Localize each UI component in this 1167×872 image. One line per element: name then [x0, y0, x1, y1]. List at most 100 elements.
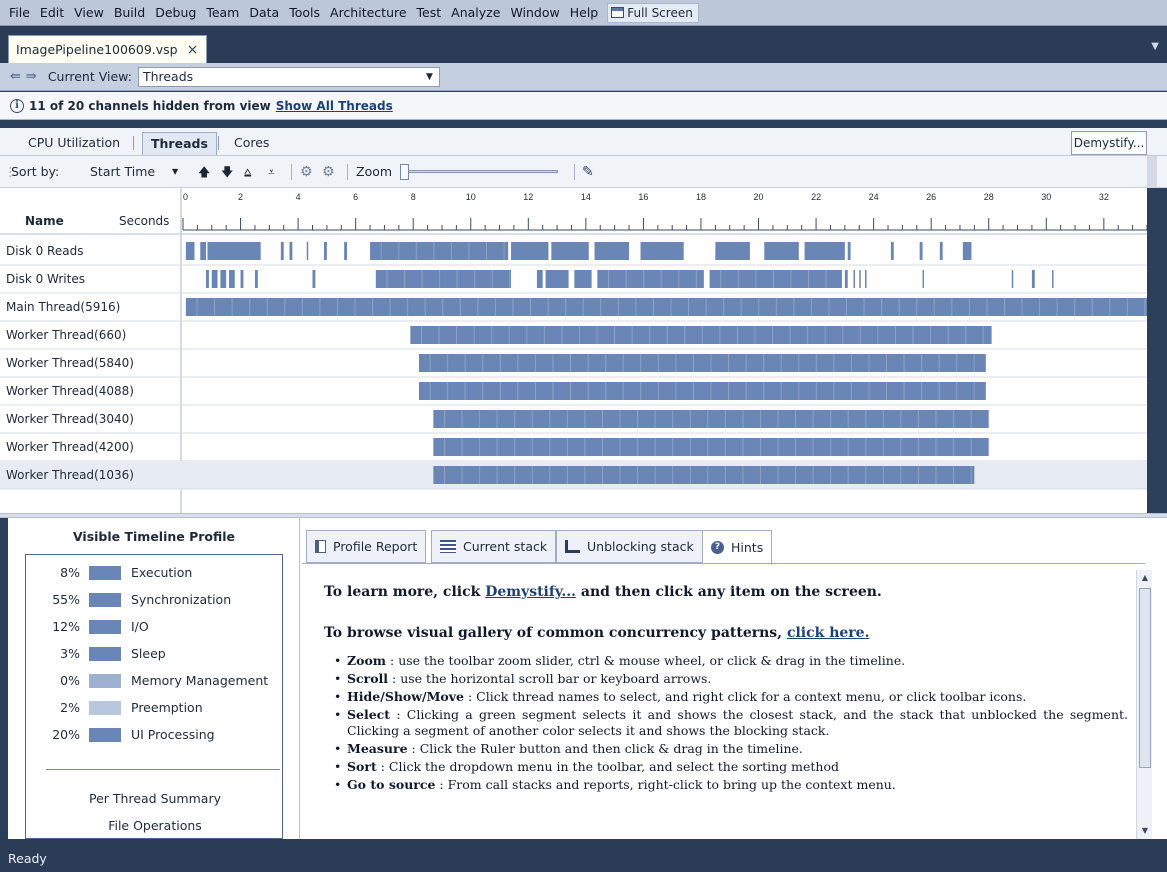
tab-current-stack[interactable]: Current stack	[431, 530, 557, 563]
tab-profile-report[interactable]: Profile Report	[306, 530, 427, 563]
thread-segment[interactable]	[764, 242, 799, 260]
thread-segment[interactable]	[370, 242, 509, 260]
tab-cores[interactable]: Cores	[226, 132, 277, 155]
thread-segment[interactable]	[206, 270, 209, 288]
thread-name[interactable]: Disk 0 Writes	[0, 265, 181, 293]
thread-segment[interactable]	[254, 270, 258, 288]
menu-test[interactable]: Test	[412, 3, 447, 23]
menu-file[interactable]: File	[4, 3, 35, 23]
gallery-link[interactable]: click here.	[787, 625, 870, 641]
thread-segment[interactable]	[574, 270, 592, 288]
thread-segment[interactable]	[211, 270, 218, 288]
thread-segment[interactable]	[185, 242, 195, 260]
zoom-slider-thumb[interactable]	[400, 164, 409, 180]
thread-segment[interactable]	[919, 242, 923, 260]
thread-segment[interactable]	[375, 270, 512, 288]
thread-segment[interactable]	[344, 242, 348, 260]
thread-name[interactable]: Worker Thread(3040)	[0, 405, 181, 433]
thread-name[interactable]: Worker Thread(5840)	[0, 349, 181, 377]
thread-segment[interactable]	[229, 270, 235, 288]
thread-segment[interactable]	[185, 298, 1147, 316]
per-thread-summary-link[interactable]: Per Thread Summary	[26, 791, 284, 806]
profile-category[interactable]: 12% I/O	[26, 617, 284, 637]
close-icon[interactable]: ×	[187, 42, 199, 58]
profile-category[interactable]: 0% Memory Management	[26, 671, 284, 691]
thread-segment[interactable]	[804, 242, 845, 260]
show-threads-icon[interactable]: ⚙	[322, 156, 335, 188]
thread-segment[interactable]	[962, 242, 972, 260]
demystify-button[interactable]: Demystify...	[1071, 131, 1147, 155]
thread-segment[interactable]	[433, 410, 989, 428]
thread-segment[interactable]	[200, 242, 207, 260]
thread-segment[interactable]	[511, 242, 549, 260]
menu-data[interactable]: Data	[244, 3, 284, 23]
thread-segment[interactable]	[844, 270, 848, 288]
file-operations-link[interactable]: File Operations	[26, 818, 284, 833]
thread-segment[interactable]	[859, 270, 861, 288]
forward-arrow-icon[interactable]: ⇛	[26, 69, 37, 84]
thread-segment[interactable]	[410, 326, 992, 344]
profile-category[interactable]: 55% Synchronization	[26, 590, 284, 610]
thread-segment[interactable]	[864, 270, 867, 288]
thread-segment[interactable]	[597, 270, 704, 288]
thread-segment[interactable]	[418, 382, 986, 400]
thread-segment[interactable]	[536, 270, 543, 288]
menu-tools[interactable]: Tools	[284, 3, 325, 23]
toolbar-overflow[interactable]	[1147, 156, 1157, 188]
move-to-top-icon[interactable]: ⩠	[244, 156, 251, 188]
thread-segment[interactable]	[847, 242, 851, 260]
thread-segment[interactable]	[551, 242, 589, 260]
thread-name[interactable]: Worker Thread(4088)	[0, 377, 181, 405]
move-down-icon[interactable]: 🡇	[221, 156, 233, 188]
hints-scrollbar[interactable]: ▲ ▼	[1136, 570, 1152, 839]
menu-view[interactable]: View	[69, 3, 109, 23]
thread-segment[interactable]	[306, 242, 309, 260]
zoom-slider[interactable]	[400, 170, 558, 173]
thread-name[interactable]: Disk 0 Reads	[0, 237, 181, 265]
thread-name[interactable]: Worker Thread(4200)	[0, 433, 181, 461]
profile-category[interactable]: 20% UI Processing	[26, 725, 284, 745]
menu-analyze[interactable]: Analyze	[446, 3, 505, 23]
scrollbar-thumb[interactable]	[1139, 588, 1151, 768]
move-up-icon[interactable]: 🡅	[198, 156, 210, 188]
thread-segment[interactable]	[545, 270, 569, 288]
show-all-threads-link[interactable]: Show All Threads	[276, 99, 393, 113]
profile-category[interactable]: 8% Execution	[26, 563, 284, 583]
thread-name[interactable]: Main Thread(5916)	[0, 293, 181, 321]
profile-category[interactable]: 3% Sleep	[26, 644, 284, 664]
thread-segment[interactable]	[1031, 270, 1035, 288]
tab-hints[interactable]: ? Hints	[702, 530, 773, 565]
thread-segment[interactable]	[594, 242, 630, 260]
menu-team[interactable]: Team	[201, 3, 244, 23]
thread-segment[interactable]	[709, 270, 842, 288]
tab-unblocking-stack[interactable]: Unblocking stack	[556, 530, 703, 563]
back-arrow-icon[interactable]: ⇚	[10, 69, 21, 84]
menu-debug[interactable]: Debug	[150, 3, 201, 23]
thread-segment[interactable]	[280, 242, 284, 260]
thread-segment[interactable]	[1052, 270, 1054, 288]
tab-cpu-utilization[interactable]: CPU Utilization	[20, 132, 128, 155]
menu-architecture[interactable]: Architecture	[325, 3, 412, 23]
profile-category[interactable]: 2% Preemption	[26, 698, 284, 718]
thread-segment[interactable]	[640, 242, 684, 260]
threads-timeline[interactable]: 0 2 4 6 8 10 12 14 16 18 20 22 24 26 28 30 32 Name Secon…	[0, 188, 1147, 513]
thread-segment[interactable]	[289, 242, 293, 260]
ruler-icon[interactable]: ✎	[582, 156, 594, 188]
menu-edit[interactable]: Edit	[35, 3, 69, 23]
scroll-up-icon[interactable]: ▲	[1137, 570, 1153, 586]
scroll-down-icon[interactable]: ▼	[1137, 823, 1153, 839]
thread-segment[interactable]	[240, 270, 244, 288]
thread-name[interactable]: Worker Thread(1036)	[0, 461, 181, 489]
thread-segment[interactable]	[433, 438, 989, 456]
current-view-select[interactable]: Threads ▼	[137, 66, 440, 87]
tab-threads[interactable]: Threads	[142, 132, 217, 155]
thread-segment[interactable]	[939, 242, 943, 260]
sort-by-select[interactable]: Start Time	[90, 156, 155, 188]
menu-window[interactable]: Window	[505, 3, 564, 23]
thread-segment[interactable]	[715, 242, 750, 260]
hide-threads-icon[interactable]: ⚙	[300, 156, 313, 188]
tab-dropdown-icon[interactable]: ▼	[1151, 41, 1159, 52]
thread-segment[interactable]	[853, 270, 855, 288]
move-to-bottom-icon[interactable]: ⩡	[268, 156, 275, 188]
menu-help[interactable]: Help	[565, 3, 604, 23]
